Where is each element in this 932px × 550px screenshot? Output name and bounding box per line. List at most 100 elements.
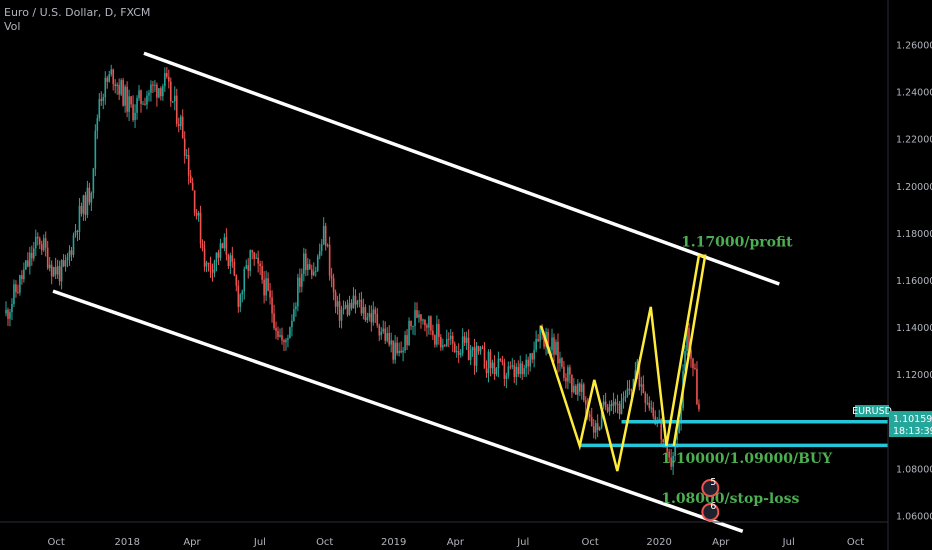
candle-body xyxy=(436,323,438,345)
candle-body xyxy=(207,262,210,264)
candle-body xyxy=(82,195,85,214)
candle-body xyxy=(78,205,81,233)
candle-body xyxy=(166,72,168,77)
candle-body xyxy=(648,402,651,408)
candle-body xyxy=(360,299,363,314)
candle-body xyxy=(485,368,488,374)
candle-body xyxy=(281,335,283,341)
candle-body xyxy=(551,337,553,350)
candle-body xyxy=(287,338,289,340)
candle-body xyxy=(86,187,89,215)
candle-body xyxy=(219,243,222,258)
candle-body xyxy=(612,401,615,406)
candle-body xyxy=(366,317,369,321)
candle-body xyxy=(533,349,535,360)
candle-body xyxy=(60,260,63,282)
candle-body xyxy=(124,86,126,106)
candle-body xyxy=(72,235,75,255)
candle-body xyxy=(32,248,35,259)
candle-body xyxy=(513,365,516,378)
candle-body xyxy=(445,339,448,346)
candle-body xyxy=(283,340,285,343)
candle-body xyxy=(253,252,255,259)
candle-body xyxy=(473,347,476,366)
candle-body xyxy=(98,99,101,119)
candle-body xyxy=(469,350,472,361)
candle-body xyxy=(344,304,347,309)
candle-body xyxy=(527,359,529,367)
candle-body xyxy=(438,323,440,337)
candle-body xyxy=(243,268,246,292)
candle-body xyxy=(231,255,234,262)
candle-body xyxy=(314,270,317,272)
x-tick-label: 2020 xyxy=(646,537,671,548)
candle-body xyxy=(46,247,49,269)
candle-body xyxy=(221,243,224,249)
candle-body xyxy=(269,290,271,298)
candle-body xyxy=(279,335,281,337)
candle-body xyxy=(336,301,339,307)
candle-body xyxy=(539,326,541,342)
time-axis[interactable]: Oct 2018 Apr Jul Oct 2019 Apr Jul Oct 2020 Apr Jul O… xyxy=(48,537,865,548)
candle-body xyxy=(116,84,118,87)
candle-body xyxy=(493,362,496,375)
candle-body xyxy=(489,351,492,369)
candle-body xyxy=(324,225,327,246)
candle-body xyxy=(56,266,59,275)
candle-body xyxy=(416,310,418,318)
annotation-label[interactable]: 1.08000/stop-loss xyxy=(661,491,799,507)
candle-body xyxy=(515,366,518,378)
annotation-label[interactable]: 1.17000/profit xyxy=(681,234,793,250)
candle-body xyxy=(352,295,355,309)
symbol-tag-label: EURUSD xyxy=(852,406,892,417)
candle-body xyxy=(80,205,83,214)
candle-body xyxy=(203,248,206,267)
candle-body xyxy=(579,383,581,392)
x-tick-label: 2019 xyxy=(381,537,406,548)
candle-body xyxy=(626,388,629,397)
candle-body xyxy=(453,343,456,353)
candle-body xyxy=(140,90,142,104)
candle-body xyxy=(146,95,148,105)
candle-body xyxy=(525,359,528,369)
candle-body xyxy=(459,353,462,355)
candle-body xyxy=(277,331,279,337)
candle-body xyxy=(29,252,31,267)
candle-body xyxy=(440,336,442,348)
candle-body xyxy=(76,230,79,233)
candle-body xyxy=(398,350,400,354)
candle-body xyxy=(624,396,627,399)
candle-body xyxy=(209,263,212,270)
price-chart[interactable]: 1.17000/profit 1.10000/1.09000/BUY 1.08000… xyxy=(0,0,932,550)
candle-body xyxy=(191,182,194,191)
candle-body xyxy=(187,155,190,176)
x-tick-label: Jul xyxy=(782,537,795,548)
candle-body xyxy=(64,260,67,267)
candle-body xyxy=(642,384,645,394)
candle-body xyxy=(569,367,571,375)
candle-body xyxy=(205,262,208,267)
x-tick-label: Apr xyxy=(183,537,201,548)
candle-body xyxy=(432,330,434,336)
channel-lower-line[interactable] xyxy=(52,289,744,533)
candle-body xyxy=(106,77,109,82)
event-badge-count: 5 xyxy=(710,477,716,488)
price-axis[interactable]: 1.26000 1.24000 1.22000 1.20000 1.18000 1.160… xyxy=(896,41,932,523)
candle-body xyxy=(100,99,103,101)
candle-body xyxy=(577,383,579,395)
candle-body xyxy=(160,88,162,97)
candle-body xyxy=(652,407,655,417)
annotation-label[interactable]: 1.10000/1.09000/BUY xyxy=(661,451,833,467)
candle-body xyxy=(154,84,156,86)
candle-body xyxy=(471,347,474,351)
candle-body xyxy=(177,123,180,127)
y-tick-label: 1.20000 xyxy=(896,182,932,193)
candle-body xyxy=(291,320,293,328)
candle-body xyxy=(299,277,301,287)
candle-body xyxy=(457,351,460,355)
x-tick-label: Jul xyxy=(253,537,266,548)
candle-body xyxy=(233,261,236,276)
candle-body xyxy=(237,285,240,307)
projection-path-line[interactable] xyxy=(539,254,707,472)
candle-body xyxy=(447,339,450,341)
